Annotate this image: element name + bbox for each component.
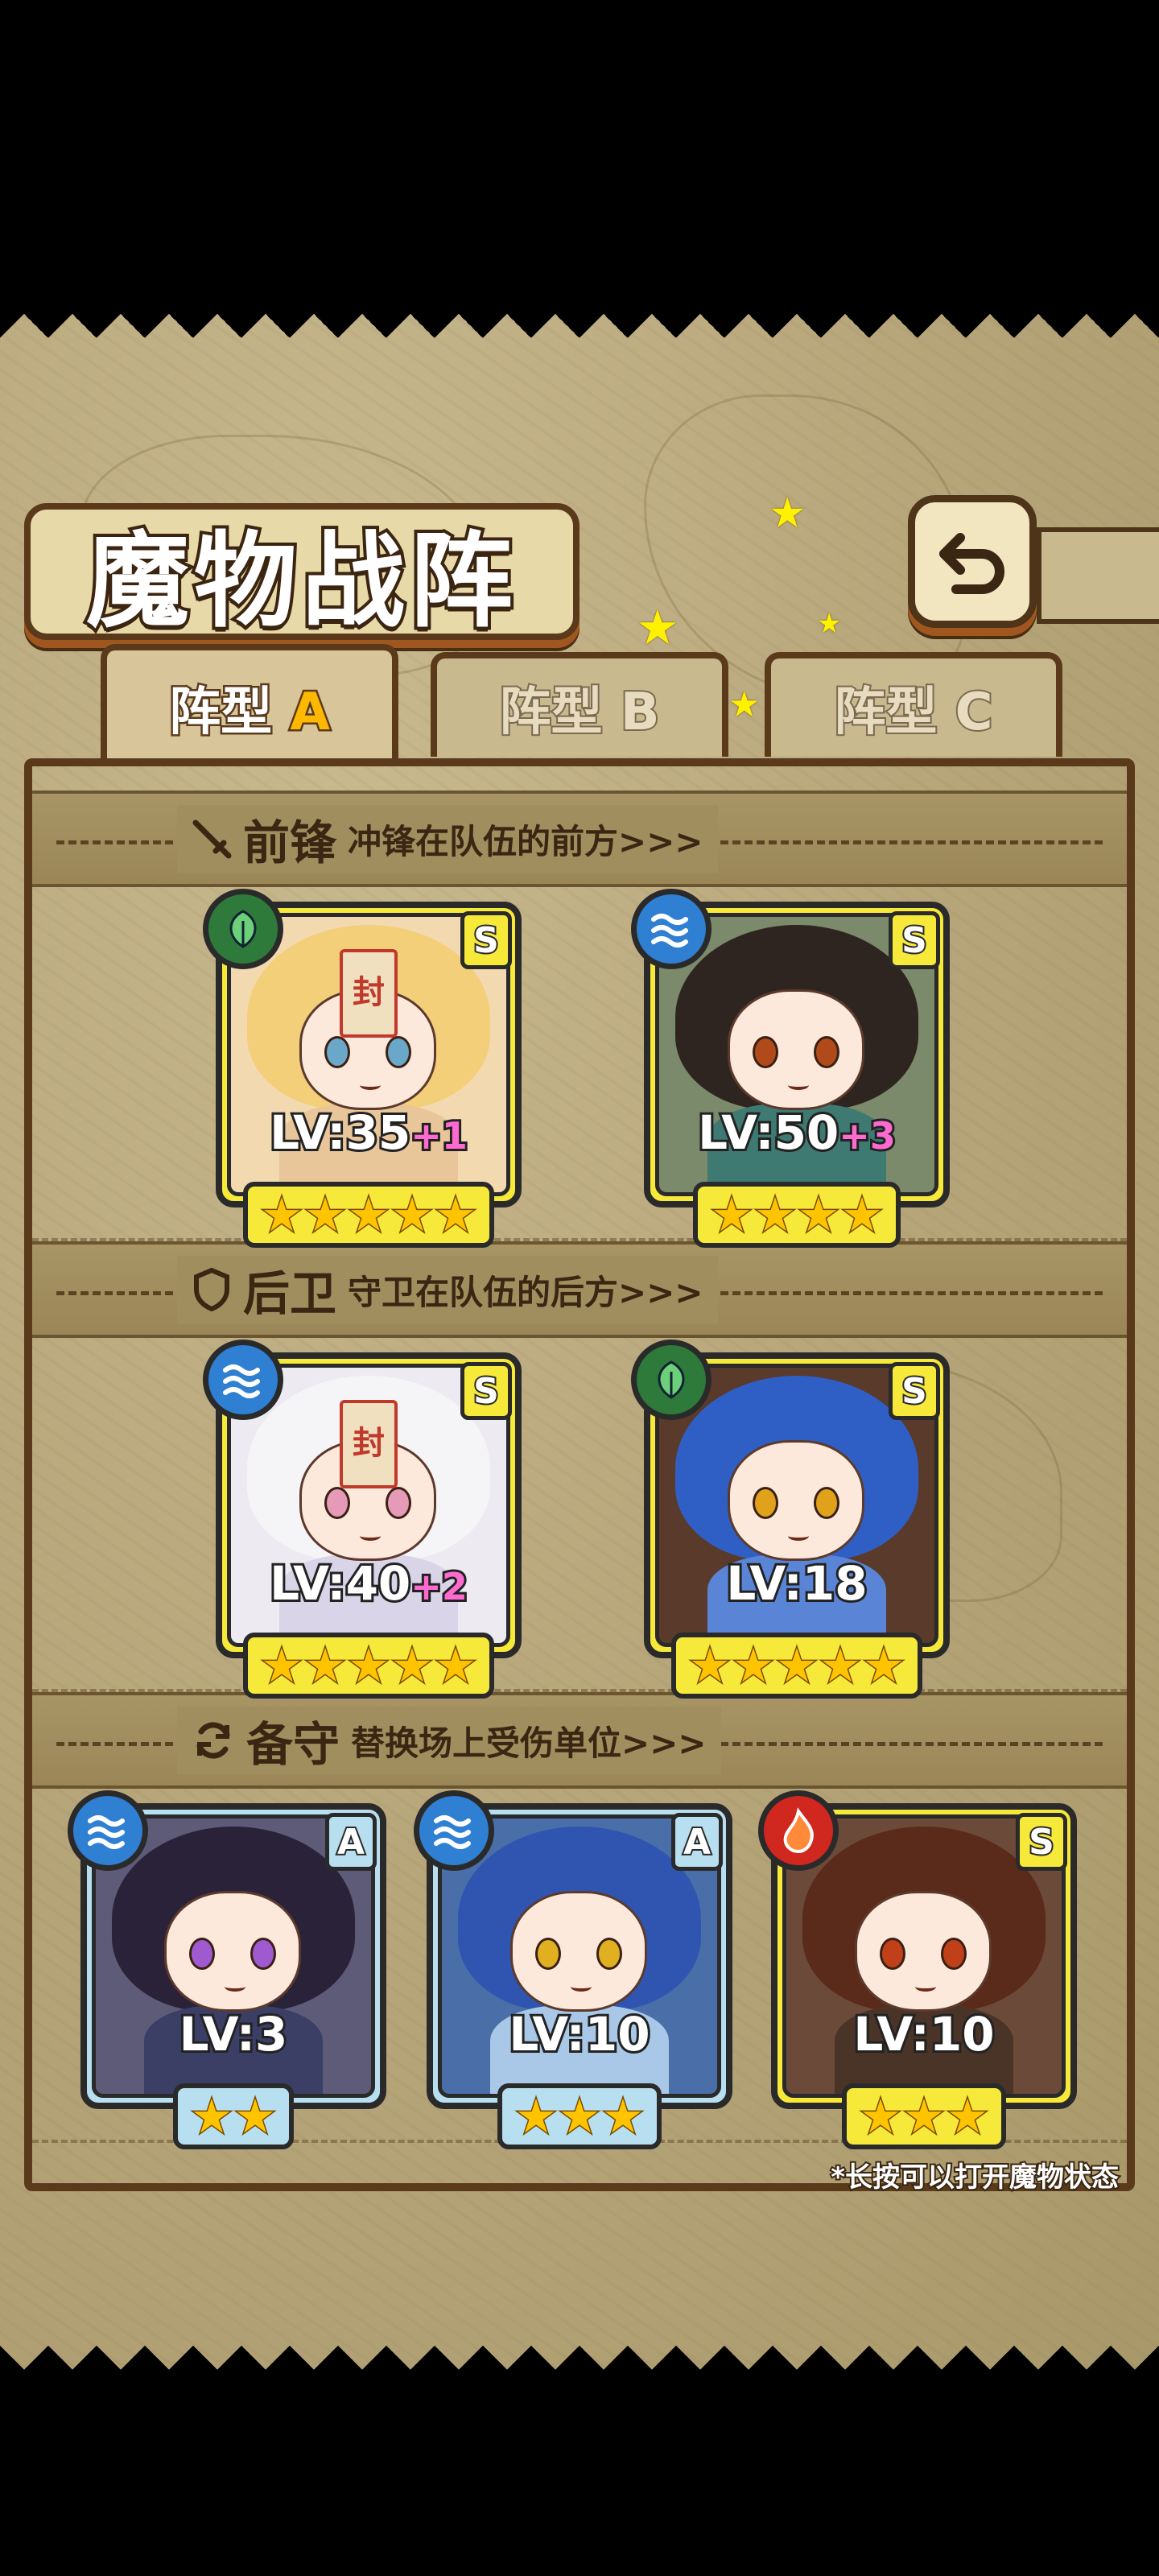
section-reserve-subtitle: 替换场上受伤单位>>> bbox=[351, 1723, 707, 1763]
page-title: 魔物战阵 bbox=[83, 518, 518, 645]
plus-label: +1 bbox=[408, 1112, 470, 1160]
seal-talisman: 封 bbox=[340, 1400, 398, 1488]
tab-formation-b[interactable]: 阵型 B bbox=[431, 652, 728, 757]
star-icon: ★ bbox=[775, 1638, 819, 1693]
torn-edge-bottom bbox=[0, 2322, 1159, 2370]
level-label: LV:3 bbox=[177, 2004, 291, 2064]
rank-badge: S bbox=[889, 1362, 940, 1420]
cycle-icon bbox=[196, 1722, 230, 1759]
star-icon: ★ bbox=[902, 2089, 947, 2144]
monster-card[interactable]: S 封 LV:35+1 ★ ★ ★ ★ ★ bbox=[203, 889, 522, 1248]
star-rating: ★ ★ bbox=[173, 2083, 294, 2149]
star-icon: ★ bbox=[688, 1638, 732, 1693]
back-button[interactable] bbox=[908, 495, 1037, 628]
sparkle-star-icon: ★ bbox=[769, 489, 806, 538]
star-icon: ★ bbox=[303, 1638, 348, 1693]
star-icon: ★ bbox=[840, 1187, 885, 1242]
grass-element-icon bbox=[631, 1340, 711, 1420]
star-icon: ★ bbox=[303, 1187, 348, 1242]
star-icon: ★ bbox=[753, 1187, 798, 1242]
star-icon: ★ bbox=[190, 2089, 234, 2144]
fire-element-icon bbox=[758, 1790, 839, 1871]
level-label: LV:10 bbox=[506, 2004, 652, 2064]
section-reserve-header: 备守 替换场上受伤单位>>> bbox=[32, 1692, 1127, 1789]
star-icon: ★ bbox=[819, 1638, 863, 1693]
star-icon: ★ bbox=[434, 1638, 478, 1693]
star-icon: ★ bbox=[260, 1638, 304, 1693]
tab-formation-c[interactable]: 阵型 C bbox=[765, 652, 1062, 757]
star-rating: ★ ★ ★ ★ ★ bbox=[243, 1182, 494, 1248]
star-icon: ★ bbox=[862, 1638, 906, 1693]
back-row bbox=[32, 1338, 1127, 1692]
rank-badge: S bbox=[889, 911, 940, 969]
star-icon: ★ bbox=[233, 2089, 278, 2144]
monster-card[interactable]: S LV:50+3 ★ ★ ★ ★ bbox=[631, 889, 950, 1248]
long-press-hint: *长按可以打开魔物状态 bbox=[829, 2160, 1120, 2195]
title-plate: 魔物战阵 bbox=[24, 503, 580, 645]
level-label: LV:35+1 bbox=[267, 1103, 470, 1162]
star-rating: ★ ★ ★ bbox=[497, 2083, 662, 2149]
water-element-icon bbox=[414, 1790, 494, 1871]
rank-badge: S bbox=[460, 911, 512, 969]
tab-formation-a[interactable]: 阵型 A bbox=[101, 644, 398, 765]
monster-card[interactable]: S LV:18 ★ ★ ★ ★ ★ bbox=[631, 1340, 950, 1699]
water-element-icon bbox=[68, 1790, 148, 1871]
water-element-icon bbox=[631, 889, 711, 969]
plus-label: +2 bbox=[408, 1563, 470, 1611]
sparkle-star-icon: ★ bbox=[636, 600, 679, 656]
section-front-subtitle: 冲锋在队伍的前方>>> bbox=[348, 821, 703, 861]
top-letterbox bbox=[0, 0, 1159, 314]
grass-element-icon bbox=[203, 889, 283, 969]
monster-card[interactable]: S 封 LV:40+2 ★ ★ ★ ★ ★ bbox=[203, 1340, 522, 1699]
star-icon: ★ bbox=[434, 1187, 478, 1242]
rank-badge: S bbox=[460, 1362, 512, 1420]
sparkle-star-icon: ★ bbox=[817, 608, 842, 640]
star-rating: ★ ★ ★ ★ ★ bbox=[671, 1633, 922, 1699]
star-rating: ★ ★ ★ ★ bbox=[693, 1182, 901, 1248]
monster-card[interactable]: A LV:10 ★ ★ ★ bbox=[414, 1790, 732, 2149]
monster-card[interactable]: S LV:10 ★ ★ ★ bbox=[758, 1790, 1077, 2149]
level-label: LV:50+3 bbox=[695, 1103, 898, 1162]
header-bar bbox=[1037, 527, 1159, 624]
sparkle-star-icon: ★ bbox=[728, 684, 761, 725]
monster-card[interactable]: A LV:3 ★ ★ bbox=[68, 1790, 386, 2149]
section-front-header: 前锋 冲锋在队伍的前方>>> bbox=[32, 791, 1127, 887]
rank-badge: A bbox=[325, 1813, 377, 1871]
torn-edge-top bbox=[0, 314, 1159, 362]
rank-badge: A bbox=[671, 1813, 723, 1871]
star-rating: ★ ★ ★ bbox=[842, 2083, 1006, 2149]
star-icon: ★ bbox=[390, 1638, 435, 1693]
star-icon: ★ bbox=[347, 1638, 391, 1693]
rank-badge: S bbox=[1016, 1813, 1067, 1871]
level-label: LV:10 bbox=[851, 2004, 996, 2064]
bottom-letterbox bbox=[0, 2370, 1159, 2576]
water-element-icon bbox=[203, 1340, 283, 1420]
star-icon: ★ bbox=[260, 1187, 304, 1242]
section-front-title: 前锋 bbox=[243, 815, 337, 870]
sword-icon bbox=[192, 819, 232, 859]
star-icon: ★ bbox=[390, 1187, 435, 1242]
shield-icon bbox=[194, 1267, 229, 1312]
section-back-subtitle: 守卫在队伍的后方>>> bbox=[348, 1272, 703, 1312]
star-icon: ★ bbox=[347, 1187, 391, 1242]
star-icon: ★ bbox=[732, 1638, 776, 1693]
star-icon: ★ bbox=[797, 1187, 841, 1242]
front-row bbox=[32, 887, 1127, 1241]
star-icon: ★ bbox=[710, 1187, 754, 1242]
star-icon: ★ bbox=[558, 2089, 602, 2144]
section-back-title: 后卫 bbox=[243, 1266, 337, 1321]
seal-talisman: 封 bbox=[340, 949, 398, 1038]
star-icon: ★ bbox=[514, 2089, 559, 2144]
section-back-header: 后卫 守卫在队伍的后方>>> bbox=[32, 1241, 1127, 1338]
section-reserve-title: 备守 bbox=[246, 1717, 340, 1772]
back-arrow-icon bbox=[939, 532, 1004, 594]
star-icon: ★ bbox=[946, 2089, 990, 2144]
star-icon: ★ bbox=[601, 2089, 645, 2144]
formation-panel: 魔物战阵 ★ ★ ★ ★ 阵型 A 阵型 B 阵型 C 前锋 冲锋在队伍的前方>… bbox=[0, 314, 1159, 2370]
level-label: LV:18 bbox=[724, 1554, 869, 1613]
level-label: LV:40+2 bbox=[267, 1554, 470, 1613]
plus-label: +3 bbox=[836, 1112, 898, 1160]
star-rating: ★ ★ ★ ★ ★ bbox=[243, 1633, 494, 1699]
star-icon: ★ bbox=[859, 2089, 903, 2144]
